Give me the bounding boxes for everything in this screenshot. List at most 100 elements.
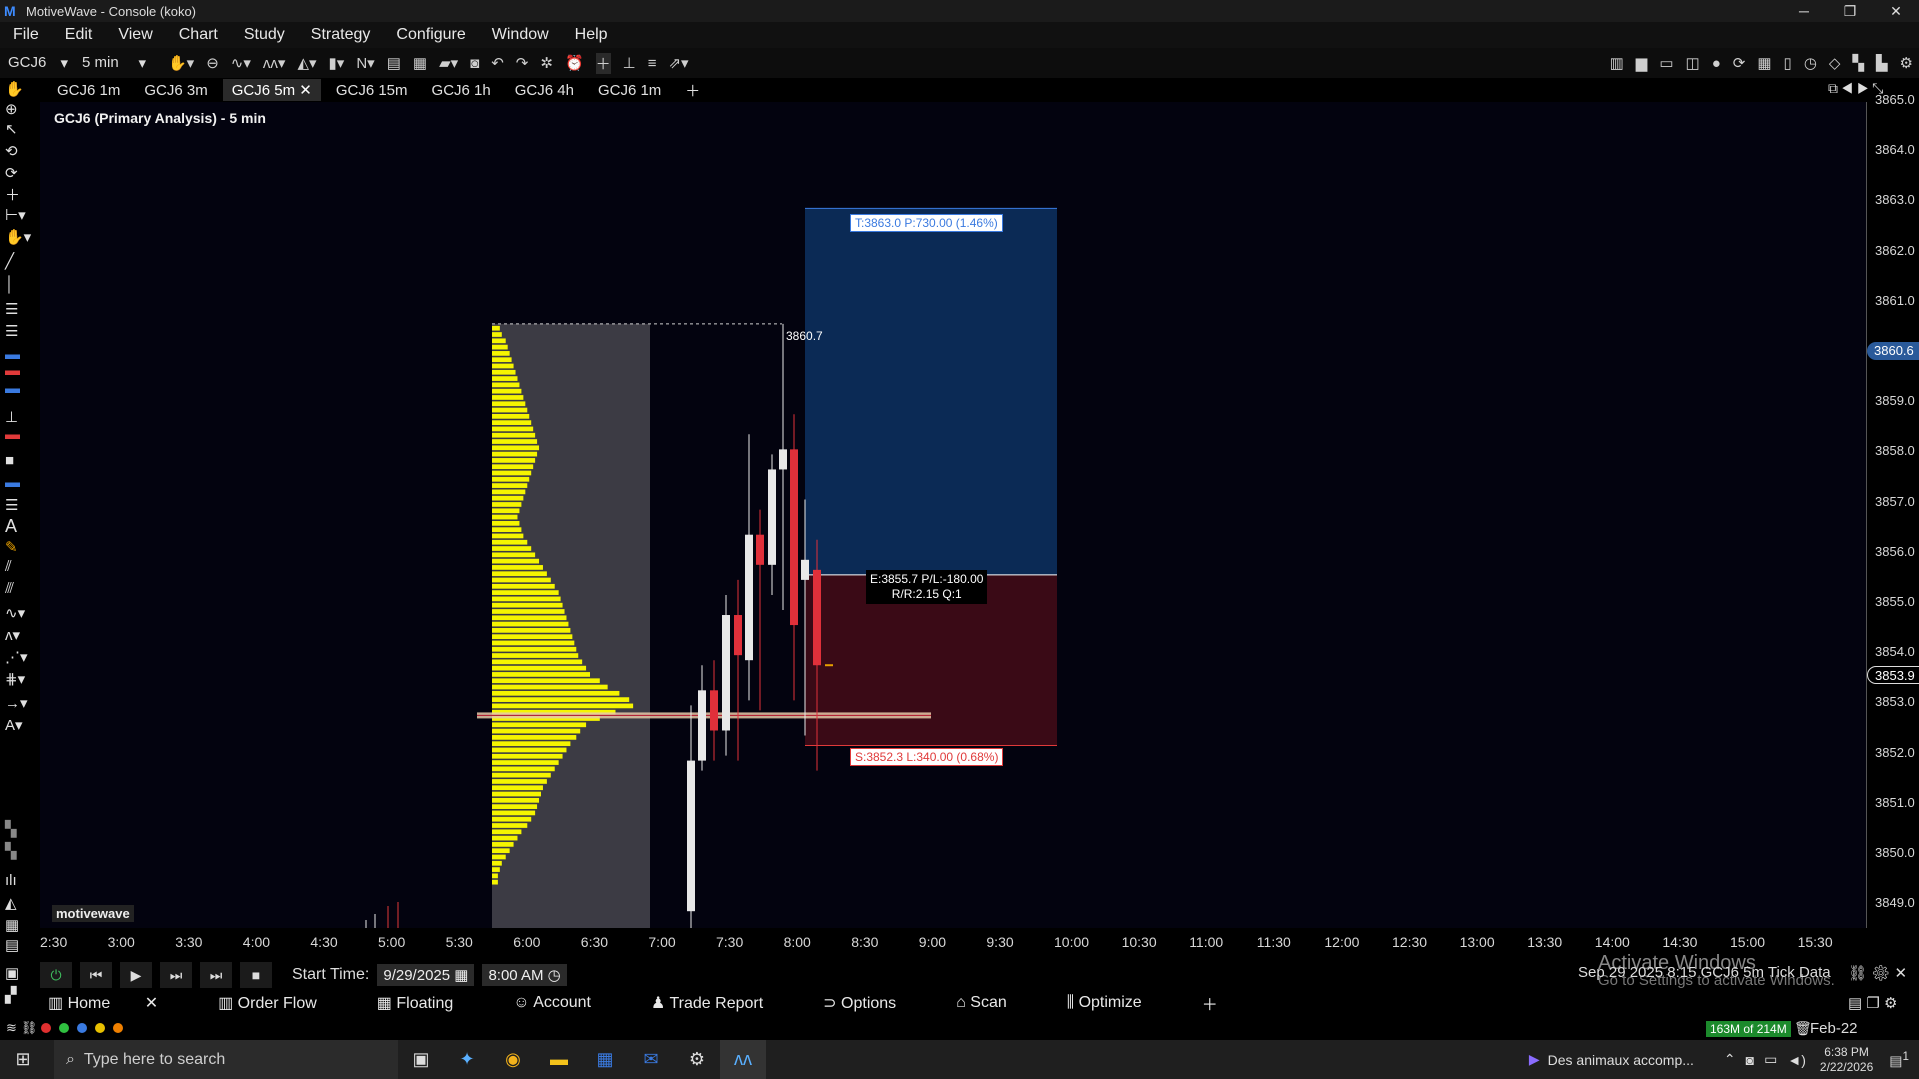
position-tool-icon[interactable]: ▬ — [5, 380, 35, 397]
bar-chart-icon[interactable]: ▆ — [1636, 54, 1648, 72]
trend-tool-icon[interactable]: ⋰▾ — [5, 648, 35, 666]
settings-icon[interactable]: ⚙ — [674, 1040, 720, 1079]
play-icon[interactable]: ▶ — [120, 962, 152, 988]
menu-study[interactable]: Study — [231, 26, 298, 44]
grid-icon[interactable]: ▦ — [5, 916, 35, 934]
tab-home[interactable]: ▥ Home ✕ — [48, 993, 188, 1013]
timeframe-select[interactable]: 5 min ▾ — [82, 54, 146, 72]
hand-icon[interactable]: ✋▾ — [168, 54, 194, 72]
stop-label[interactable]: S:3852.3 L:340.00 (0.68%) — [850, 748, 1004, 766]
tab-gcj6-4h[interactable]: GCJ6 4h — [506, 80, 583, 101]
network-icon[interactable]: ▭ — [1764, 1051, 1777, 1068]
pitchfork-tool-icon[interactable]: ⫻ — [5, 580, 35, 597]
tab-scan[interactable]: ⌂ Scan — [956, 994, 1037, 1012]
short-tool-icon[interactable]: ▬ — [5, 426, 35, 443]
arrow-left-icon[interactable]: ◀ — [1842, 80, 1853, 96]
close-icon[interactable]: ✕ — [299, 82, 312, 99]
db-icon[interactable]: ▤ — [5, 936, 35, 954]
menu-window[interactable]: Window — [479, 26, 562, 44]
list-icon[interactable]: ≡ — [648, 55, 657, 72]
alarm-icon[interactable]: ⏰ — [565, 54, 584, 72]
step-forward-icon[interactable]: ⏭ — [160, 962, 192, 988]
pointer-tool-icon[interactable]: ↖ — [5, 120, 35, 138]
refresh-icon[interactable]: ⟳ — [1733, 54, 1746, 72]
tab-gcj6-5m[interactable]: GCJ6 5m ✕ — [222, 79, 321, 101]
hand-tool-icon[interactable]: ✋ — [5, 80, 35, 98]
outlook-icon[interactable]: ✉ — [628, 1040, 674, 1079]
task-view-icon[interactable]: ▣ — [398, 1040, 444, 1079]
volume-icon[interactable]: ılı — [5, 872, 35, 889]
clock-icon[interactable]: ◷ — [1804, 54, 1817, 72]
tab-gcj6-1h[interactable]: GCJ6 1h — [423, 80, 500, 101]
menu-view[interactable]: View — [105, 26, 165, 44]
target-label[interactable]: T:3863.0 P:730.00 (1.46%) — [850, 214, 1003, 232]
zoom-tool-icon[interactable]: ⊕ — [5, 100, 35, 118]
layers-tool-icon[interactable]: ▚ — [5, 820, 35, 838]
undo-icon[interactable]: ↶ — [491, 54, 504, 72]
copy-icon[interactable]: ❐ — [1866, 995, 1879, 1012]
menu-edit[interactable]: Edit — [52, 26, 106, 44]
price-axis[interactable]: 3865.03864.03863.03862.03861.03860.03859… — [1866, 92, 1919, 928]
rectangle-tool-icon[interactable]: ■ — [5, 452, 35, 469]
copilot-icon[interactable]: ✦ — [444, 1040, 490, 1079]
start-time-field[interactable]: 8:00 AM ◷ — [482, 964, 567, 986]
menu-strategy[interactable]: Strategy — [298, 26, 384, 44]
menu-file[interactable]: File — [0, 26, 52, 44]
polyline-tool-icon[interactable]: ∿▾ — [5, 604, 35, 622]
minimize-icon[interactable]: ─ — [1781, 3, 1827, 20]
entry-label[interactable]: E:3855.7 P/L:-180.00 R/R:2.15 Q:1 — [866, 570, 988, 604]
cross-tool-icon[interactable]: ＋ — [5, 184, 35, 205]
tab-gcj6-3m[interactable]: GCJ6 3m — [135, 80, 216, 101]
gear-icon[interactable]: ⚙ — [1900, 54, 1913, 72]
menu-configure[interactable]: Configure — [383, 26, 478, 44]
close-icon[interactable]: ✕ — [145, 995, 158, 1012]
measure-tool-icon[interactable]: ⊥ — [5, 408, 35, 426]
store-icon[interactable]: ▦ — [582, 1040, 628, 1079]
arrow-tool-icon[interactable]: →▾ — [5, 694, 35, 712]
wave-icon[interactable]: ᴧᴧ▾ — [263, 54, 286, 72]
restore-icon[interactable]: ❐ — [1827, 3, 1873, 20]
start-date-field[interactable]: 9/29/2025 ▦ — [377, 964, 475, 986]
eraser-icon[interactable]: ◇ — [1829, 54, 1841, 72]
tools-icon[interactable]: ▚ — [1852, 54, 1864, 72]
clock-small-icon[interactable]: ◷ — [548, 967, 561, 984]
vertical-line-icon[interactable]: │ — [5, 276, 35, 293]
wave-tool-icon[interactable]: ᴧ▾ — [5, 626, 35, 644]
hand-menu-icon[interactable]: ✋▾ — [5, 228, 35, 246]
candle-type-icon[interactable]: ▮▾ — [329, 54, 345, 72]
skip-end-icon[interactable]: ⏭ — [200, 962, 232, 988]
zoom-out-icon[interactable]: ⊖ — [206, 54, 219, 72]
book-icon[interactable]: ▯ — [1784, 54, 1792, 72]
popout-icon[interactable]: ⧉ — [1828, 80, 1838, 96]
chrome-icon[interactable]: ◉ — [490, 1040, 536, 1079]
calc-icon[interactable]: ▣ — [5, 964, 35, 982]
line-tool-icon[interactable]: ╱ — [5, 252, 35, 270]
blue-box-icon[interactable]: ▬ — [5, 346, 35, 363]
menu-help[interactable]: Help — [562, 26, 621, 44]
channel-tool-icon[interactable]: ⫽ — [5, 558, 35, 575]
red-box-icon[interactable]: ▬ — [5, 362, 35, 379]
close-icon[interactable]: ✕ — [1894, 965, 1907, 982]
skip-back-icon[interactable]: ⏮ — [80, 962, 112, 988]
camera-tray-icon[interactable]: ◙ — [1746, 1052, 1754, 1068]
time-axis[interactable]: 2:30 3:00 3:30 4:00 4:30 5:00 5:30 6:00 6:30 7:00… — [40, 928, 1866, 956]
tab-gcj6-15m[interactable]: GCJ6 15m — [327, 80, 417, 101]
rect-blue-icon[interactable]: ▬ — [5, 474, 35, 491]
link-icon[interactable]: ⛓ — [1848, 965, 1867, 982]
notification-icon[interactable]: ▤1 — [1889, 1050, 1909, 1070]
crosshair-icon[interactable]: ＋ — [595, 52, 611, 74]
save-icon[interactable]: ▦ — [413, 54, 427, 72]
sync-tool-icon[interactable]: ⟳ — [5, 164, 35, 182]
line-study-icon[interactable]: ∿▾ — [231, 54, 251, 72]
gann-fan-icon[interactable]: ⋕▾ — [5, 670, 35, 688]
menu-chart[interactable]: Chart — [166, 26, 231, 44]
add-tab-icon[interactable]: ＋ — [1202, 991, 1218, 1015]
tab-optimize[interactable]: ⫼ Optimize — [1067, 994, 1172, 1012]
tab-gcj6-1m[interactable]: GCJ6 1m — [48, 80, 129, 101]
bar-type-icon[interactable]: N▾ — [356, 54, 374, 72]
panel-icon[interactable]: ▤ — [1848, 995, 1862, 1012]
tab-order-flow[interactable]: ▥ Order Flow — [218, 993, 347, 1013]
ruler-tool-icon[interactable]: ✎ — [5, 538, 35, 556]
table-icon[interactable]: ▦ — [1757, 54, 1771, 72]
calendar-icon[interactable]: ▦ — [454, 967, 468, 984]
